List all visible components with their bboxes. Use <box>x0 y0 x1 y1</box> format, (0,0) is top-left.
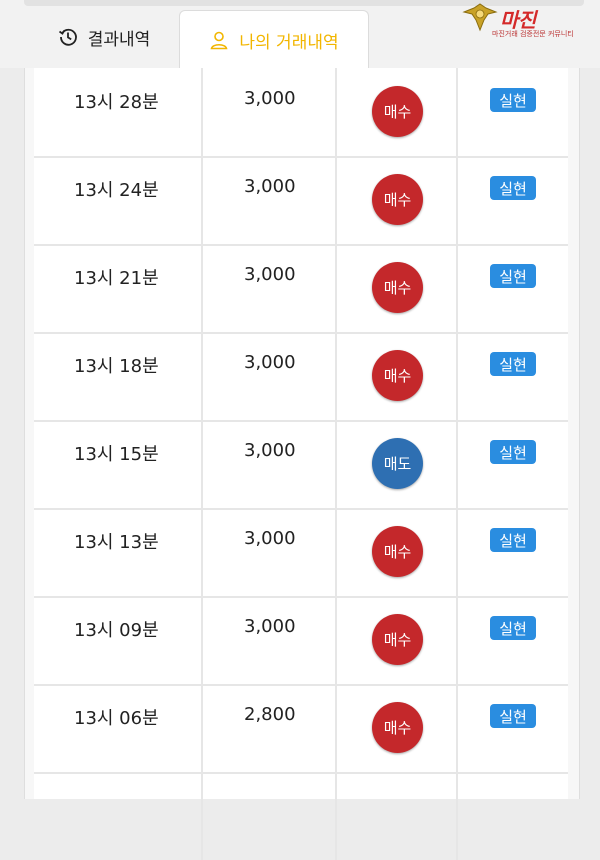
trade-time: 13시 13분 <box>74 532 159 553</box>
trade-amount: 3,000 <box>244 88 296 109</box>
eagle-emblem-icon <box>462 3 498 32</box>
status-badge: 실현 <box>490 264 536 288</box>
trade-time: 13시 18분 <box>74 356 159 377</box>
trade-amount: 3,000 <box>244 440 296 461</box>
trade-time: 13시 06분 <box>74 708 159 729</box>
status-cell: 실현 <box>458 596 568 684</box>
table-row: 13시 15분 3,000 매도 실현 <box>34 420 568 510</box>
amount-cell: 3,000 <box>203 508 337 596</box>
trade-amount: 3,000 <box>244 616 296 637</box>
status-badge: 실현 <box>490 704 536 728</box>
trade-type-badge: 매도 <box>372 438 423 489</box>
tab-my-trades-label: 나의 거래내역 <box>239 32 339 53</box>
amount-cell: 3,000 <box>203 244 337 332</box>
amount-cell: 2,800 <box>203 684 337 772</box>
trade-amount: 3,000 <box>244 176 296 197</box>
status-cell: 실현 <box>458 244 568 332</box>
amount-cell: 3,000 <box>203 420 337 508</box>
table-row: 13시 06분 2,800 매수 실현 <box>34 684 568 774</box>
type-cell: 매수 <box>337 156 458 244</box>
empty-cell <box>34 772 203 860</box>
table-row: 13시 13분 3,000 매수 실현 <box>34 508 568 598</box>
status-cell: 실현 <box>458 332 568 420</box>
type-cell: 매수 <box>337 68 458 156</box>
history-icon <box>58 27 78 47</box>
trade-type-badge: 매수 <box>372 350 423 401</box>
empty-cell <box>337 772 458 860</box>
status-badge: 실현 <box>490 352 536 376</box>
type-cell: 매수 <box>337 332 458 420</box>
site-logo: 마진 마진거래 검증전문 커뮤니티 <box>462 2 594 42</box>
status-cell: 실현 <box>458 508 568 596</box>
amount-cell: 3,000 <box>203 596 337 684</box>
tab-history[interactable]: 결과내역 <box>30 8 178 66</box>
empty-cell <box>203 772 337 860</box>
trade-time: 13시 09분 <box>74 620 159 641</box>
type-cell: 매도 <box>337 420 458 508</box>
trade-type-badge: 매수 <box>372 86 423 137</box>
time-cell: 13시 13분 <box>34 508 203 596</box>
trade-amount: 2,800 <box>244 704 296 725</box>
empty-cell <box>458 772 568 860</box>
trade-time: 13시 28분 <box>74 92 159 113</box>
time-cell: 13시 24분 <box>34 156 203 244</box>
table-row-partial <box>34 772 568 860</box>
logo-subtitle: 마진거래 검증전문 커뮤니티 <box>492 30 574 38</box>
amount-cell: 3,000 <box>203 156 337 244</box>
trade-type-badge: 매수 <box>372 702 423 753</box>
type-cell: 매수 <box>337 244 458 332</box>
status-badge: 실현 <box>490 88 536 112</box>
trade-time: 13시 24분 <box>74 180 159 201</box>
trade-type-badge: 매수 <box>372 174 423 225</box>
time-cell: 13시 06분 <box>34 684 203 772</box>
type-cell: 매수 <box>337 684 458 772</box>
table-row: 13시 09분 3,000 매수 실현 <box>34 596 568 686</box>
trade-amount: 3,000 <box>244 528 296 549</box>
trade-type-badge: 매수 <box>372 526 423 577</box>
trade-time: 13시 21분 <box>74 268 159 289</box>
time-cell: 13시 09분 <box>34 596 203 684</box>
status-cell: 실현 <box>458 68 568 156</box>
time-cell: 13시 15분 <box>34 420 203 508</box>
trade-type-badge: 매수 <box>372 614 423 665</box>
table-row: 13시 24분 3,000 매수 실현 <box>34 156 568 246</box>
status-badge: 실현 <box>490 528 536 552</box>
tab-my-trades[interactable]: 나의 거래내역 <box>179 10 369 69</box>
tab-history-label: 결과내역 <box>87 29 151 50</box>
trade-table: 13시 28분 3,000 매수 실현 13시 24분 3,000 매수 실현 13시 21분 3… <box>34 68 568 860</box>
trade-type-badge: 매수 <box>372 262 423 313</box>
time-cell: 13시 21분 <box>34 244 203 332</box>
trade-amount: 3,000 <box>244 352 296 373</box>
trade-amount: 3,000 <box>244 264 296 285</box>
table-row: 13시 28분 3,000 매수 실현 <box>34 68 568 158</box>
trade-time: 13시 15분 <box>74 444 159 465</box>
amount-cell: 3,000 <box>203 332 337 420</box>
time-cell: 13시 28분 <box>34 68 203 156</box>
status-badge: 실현 <box>490 440 536 464</box>
status-cell: 실현 <box>458 420 568 508</box>
type-cell: 매수 <box>337 508 458 596</box>
table-row: 13시 18분 3,000 매수 실현 <box>34 332 568 422</box>
time-cell: 13시 18분 <box>34 332 203 420</box>
table-row: 13시 21분 3,000 매수 실현 <box>34 244 568 334</box>
status-badge: 실현 <box>490 176 536 200</box>
type-cell: 매수 <box>337 596 458 684</box>
top-bar: 결과내역 나의 거래내역 마진 마진거래 검증전문 커뮤니티 <box>0 0 600 69</box>
status-badge: 실현 <box>490 616 536 640</box>
status-cell: 실현 <box>458 684 568 772</box>
status-cell: 실현 <box>458 156 568 244</box>
user-icon <box>209 30 229 50</box>
amount-cell: 3,000 <box>203 68 337 156</box>
